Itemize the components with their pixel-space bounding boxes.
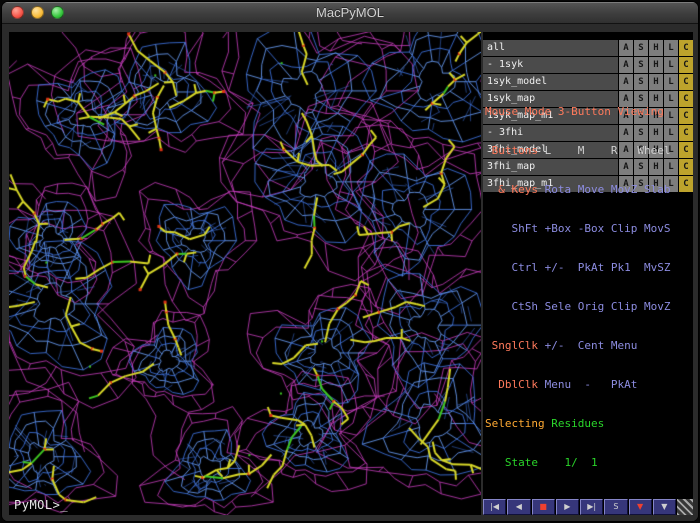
movie-controls: |◀ ◀ ■ ▶ ▶| S ▼ ▼ — [483, 499, 693, 515]
show-button[interactable]: S — [634, 57, 648, 73]
macpymol-window: MacPyMOL PyMOL>_ all A S H L C - 1syk A — [1, 1, 699, 522]
buttons-value: L M R Wheel — [538, 144, 670, 157]
buttons-header-line: Buttons L M R Wheel — [485, 144, 693, 157]
ctrl-label: Ctrl — [485, 261, 538, 274]
label-button[interactable]: L — [664, 40, 678, 56]
resize-grip-icon[interactable] — [677, 499, 693, 515]
window-title: MacPyMOL — [316, 5, 384, 20]
hide-button[interactable]: H — [649, 57, 663, 73]
object-name[interactable]: all — [483, 40, 618, 56]
command-prompt[interactable]: PyMOL>_ — [14, 498, 68, 512]
scene-button[interactable]: S — [604, 499, 627, 515]
zoom-button[interactable] — [51, 6, 64, 19]
doubleclick-value: Menu - PkAt — [538, 378, 637, 391]
shift-line: ShFt +Box -Box Clip MovS — [485, 222, 693, 235]
play-button[interactable]: ▶ — [556, 499, 579, 515]
selecting-label: Selecting — [485, 417, 545, 430]
shift-label: ShFt — [485, 222, 538, 235]
state-value: 1/ 1 — [538, 456, 598, 469]
singleclick-value: +/- Cent Menu — [538, 339, 637, 352]
mouse-mode-label: Mouse Mode — [485, 105, 551, 118]
close-button[interactable] — [11, 6, 24, 19]
singleclick-label: SnglClk — [485, 339, 538, 352]
mouse-mode-value: 3-Button Viewing — [551, 105, 664, 118]
traffic-lights — [11, 6, 64, 19]
ctsh-line: CtSh Sele Orig Clip MovZ — [485, 300, 693, 313]
go-to-end-button[interactable]: ▶| — [580, 499, 603, 515]
object-name[interactable]: - 1syk — [483, 57, 618, 73]
go-to-start-button[interactable]: |◀ — [483, 499, 506, 515]
buttons-label: Buttons — [485, 144, 538, 157]
ctrl-line: Ctrl +/- PkAt Pk1 MvSZ — [485, 261, 693, 274]
keys-line: & Keys Rota Move MovZ Slab — [485, 183, 693, 196]
show-button[interactable]: S — [634, 40, 648, 56]
viewport[interactable]: PyMOL>_ — [9, 32, 481, 515]
state-line: State 1/ 1 — [485, 456, 693, 469]
rock-button[interactable]: ▼ — [629, 499, 652, 515]
ctrl-value: +/- PkAt Pk1 MvSZ — [538, 261, 670, 274]
step-back-button[interactable]: ◀ — [507, 499, 530, 515]
shift-value: +Box -Box Clip MovS — [538, 222, 670, 235]
fullscreen-button[interactable]: ▼ — [653, 499, 676, 515]
doubleclick-label: DblClk — [485, 378, 538, 391]
keys-label: & Keys — [485, 183, 538, 196]
mouse-panel: Mouse Mode 3-Button Viewing Buttons L M … — [485, 79, 693, 495]
stop-button[interactable]: ■ — [532, 499, 555, 515]
action-button[interactable]: A — [619, 40, 633, 56]
doubleclick-line: DblClk Menu - PkAt — [485, 378, 693, 391]
state-label: State — [485, 456, 538, 469]
minimize-button[interactable] — [31, 6, 44, 19]
object-row: all A S H L C — [483, 40, 693, 56]
hide-button[interactable]: H — [649, 40, 663, 56]
title-bar[interactable]: MacPyMOL — [2, 2, 698, 24]
selecting-line[interactable]: Selecting Residues — [485, 417, 693, 430]
color-button[interactable]: C — [679, 57, 693, 73]
window-content: PyMOL>_ all A S H L C - 1syk A S H L — [2, 24, 698, 521]
object-row: - 1syk A S H L C — [483, 57, 693, 73]
keys-value: Rota Move MovZ Slab — [538, 183, 670, 196]
molecule-render[interactable] — [9, 32, 481, 515]
singleclick-line: SnglClk +/- Cent Menu — [485, 339, 693, 352]
label-button[interactable]: L — [664, 57, 678, 73]
selecting-value: Residues — [545, 417, 605, 430]
mouse-mode-line[interactable]: Mouse Mode 3-Button Viewing — [485, 105, 693, 118]
color-button[interactable]: C — [679, 40, 693, 56]
ctsh-label: CtSh — [485, 300, 538, 313]
action-button[interactable]: A — [619, 57, 633, 73]
object-panel: all A S H L C - 1syk A S H L C 1syk_mode… — [483, 32, 693, 515]
ctsh-value: Sele Orig Clip MovZ — [538, 300, 670, 313]
